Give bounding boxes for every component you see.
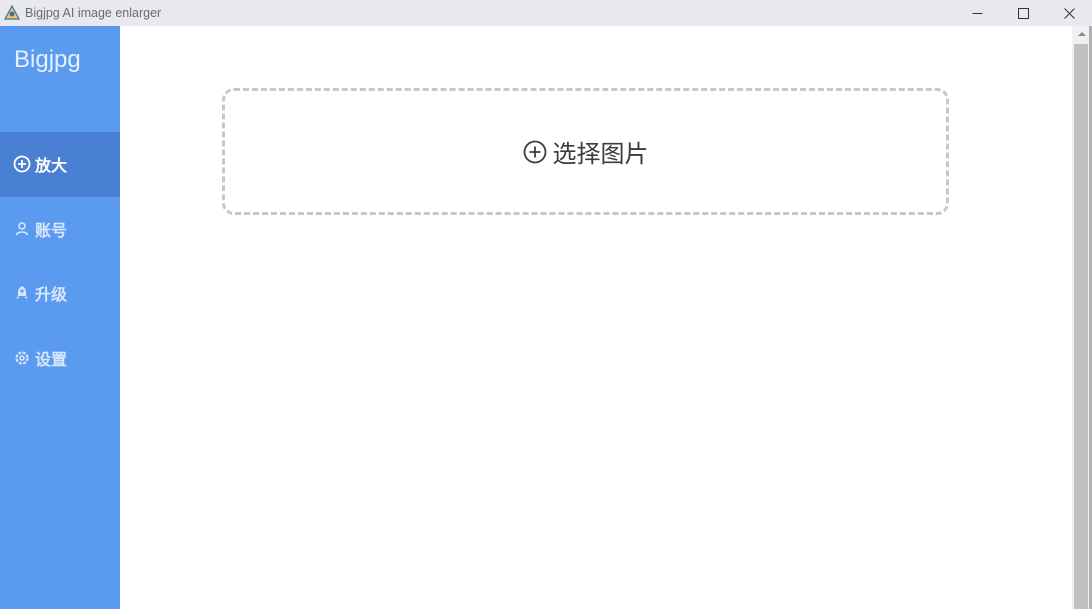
window-title: Bigjpg AI image enlarger xyxy=(25,6,162,20)
sidebar-item-label: 放大 xyxy=(35,156,68,176)
scrollbar-thumb[interactable] xyxy=(1074,44,1088,609)
vertical-scrollbar[interactable] xyxy=(1072,26,1092,609)
minimize-button[interactable] xyxy=(954,0,1000,26)
sidebar-item-label: 升级 xyxy=(35,285,68,305)
minimize-icon xyxy=(972,12,982,14)
brand-logo: Bigjpg xyxy=(14,46,81,73)
scroll-up-arrow-icon xyxy=(1078,32,1086,36)
plus-circle-icon xyxy=(13,155,31,173)
user-icon xyxy=(13,220,31,238)
select-image-label: 选择图片 xyxy=(552,140,649,168)
sidebar-item-enlarge[interactable]: 放大 xyxy=(0,132,120,197)
title-bar: Bigjpg AI image enlarger xyxy=(0,0,1092,26)
main-content: 选择图片 xyxy=(120,26,1072,609)
sidebar-nav: 放大 账号 升级 设置 xyxy=(0,132,120,390)
sidebar-item-settings[interactable]: 设置 xyxy=(0,326,120,391)
sidebar-item-label: 账号 xyxy=(35,220,68,240)
maximize-icon xyxy=(1017,7,1029,19)
rocket-icon xyxy=(13,284,31,302)
plus-circle-icon xyxy=(523,140,547,164)
select-image-dropzone[interactable]: 选择图片 xyxy=(222,88,949,215)
app-window: Bigjpg AI image enlarger Bigjpg 放大 账号 升级… xyxy=(0,0,1092,609)
bigjpg-app-icon xyxy=(3,4,21,22)
sidebar-item-account[interactable]: 账号 xyxy=(0,197,120,262)
gear-icon xyxy=(13,349,31,367)
close-button[interactable] xyxy=(1046,0,1092,26)
sidebar-item-upgrade[interactable]: 升级 xyxy=(0,261,120,326)
close-icon xyxy=(1063,7,1075,19)
sidebar: Bigjpg 放大 账号 升级 设置 xyxy=(0,26,120,609)
maximize-button[interactable] xyxy=(1000,0,1046,26)
sidebar-item-label: 设置 xyxy=(35,349,68,369)
